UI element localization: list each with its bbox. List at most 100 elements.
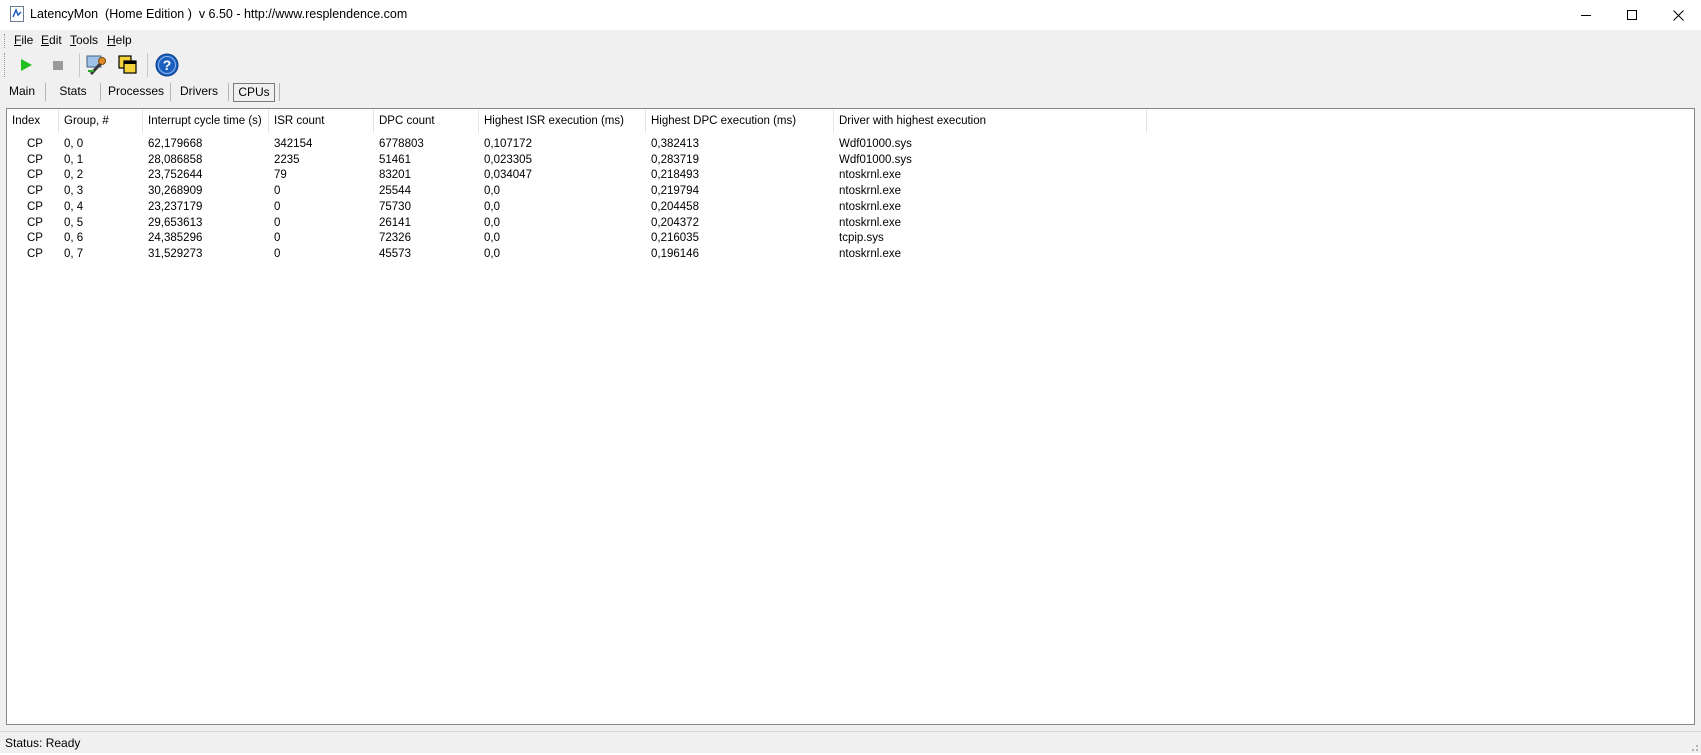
title-bar[interactable]: LatencyMon (Home Edition ) v 6.50 - http… — [0, 0, 1701, 30]
minimize-button[interactable] — [1563, 0, 1609, 30]
cell-isr-count: 0 — [274, 216, 281, 229]
toolbar-separator — [147, 53, 148, 77]
table-row[interactable]: CP 0, 2 23,752644 79 83201 0,034047 0,218493 nt… — [7, 167, 1147, 184]
cell-isr-count: 0 — [274, 200, 281, 213]
cell-highest-dpc: 0,218493 — [651, 169, 699, 182]
cell-highest-isr: 0,0 — [484, 185, 500, 198]
cell-highest-dpc: 0,283719 — [651, 153, 699, 166]
cell-highest-dpc: 0,204372 — [651, 216, 699, 229]
tab-separator — [228, 83, 229, 101]
tab-cpus[interactable]: CPUs — [233, 83, 275, 102]
close-button[interactable] — [1655, 0, 1701, 30]
menu-help[interactable]: Help — [107, 33, 132, 47]
resize-grip-icon[interactable] — [1689, 741, 1699, 751]
cell-driver: ntoskrnl.exe — [839, 216, 902, 229]
table-row[interactable]: CP 0, 4 23,237179 0 75730 0,0 0,204458 ntoskrnl… — [7, 199, 1147, 216]
cell-isr-count: 2235 — [274, 153, 300, 166]
column-header-dpc-count[interactable]: DPC count — [374, 109, 479, 133]
menu-edit[interactable]: Edit — [41, 33, 62, 47]
tab-separator — [170, 83, 171, 101]
cell-highest-isr: 0,0 — [484, 247, 500, 260]
window-title: LatencyMon (Home Edition ) v 6.50 - http… — [30, 7, 408, 21]
cell-isr-count: 342154 — [274, 138, 313, 150]
cell-driver: ntoskrnl.exe — [839, 200, 902, 213]
column-header-group[interactable]: Group, # — [59, 109, 143, 133]
maximize-icon — [1627, 10, 1637, 20]
tab-processes-label: Processes — [107, 84, 165, 98]
stop-icon — [53, 61, 63, 70]
svg-text:?: ? — [163, 57, 172, 73]
cell-index: CP — [27, 185, 43, 198]
cell-interrupt-cycle-time: 31,529273 — [148, 247, 203, 260]
cell-driver: Wdf01000.sys — [839, 153, 912, 166]
menu-file[interactable]: File — [14, 33, 33, 47]
tab-stats-label: Stats — [59, 84, 87, 98]
maximize-button[interactable] — [1609, 0, 1655, 30]
column-header-highest-dpc[interactable]: Highest DPC execution (ms) — [646, 109, 834, 133]
table-row[interactable]: CP 0, 3 30,268909 0 25544 0,0 0,219794 ntoskrnl… — [7, 183, 1147, 200]
column-header-driver[interactable]: Driver with highest execution — [834, 109, 1147, 133]
cpu-list-view[interactable]: Index Group, # Interrupt cycle time (s) … — [6, 108, 1695, 725]
cell-dpc-count: 25544 — [379, 185, 411, 198]
table-row[interactable]: CP 0, 1 28,086858 2235 51461 0,023305 0,283719… — [7, 152, 1147, 169]
tab-main[interactable]: Main — [3, 83, 41, 102]
table-row[interactable]: CP 0, 0 62,179668 342154 6778803 0,107172 0,38… — [7, 136, 1147, 153]
start-button[interactable] — [13, 52, 39, 78]
column-header-highest-isr[interactable]: Highest ISR execution (ms) — [479, 109, 646, 133]
cell-isr-count: 0 — [274, 247, 281, 260]
menubar-grip — [4, 34, 7, 48]
cell-group: 0, 1 — [64, 153, 84, 166]
table-row[interactable]: CP 0, 6 24,385296 0 72326 0,0 0,216035 tcpip.sy… — [7, 230, 1147, 247]
table-row[interactable]: CP 0, 5 29,653613 0 26141 0,0 0,204372 ntoskrnl… — [7, 215, 1147, 232]
tools-button[interactable] — [83, 52, 109, 78]
cell-highest-isr: 0,0 — [484, 216, 500, 229]
cell-index: CP — [27, 247, 43, 260]
cell-group: 0, 3 — [64, 185, 84, 198]
status-text: Status: Ready — [5, 736, 81, 750]
toolbar-grip — [4, 53, 7, 77]
table-row[interactable]: CP 0, 7 31,529273 0 45573 0,0 0,196146 ntoskrnl… — [7, 246, 1147, 263]
cell-index: CP — [27, 216, 43, 229]
minimize-icon — [1581, 15, 1591, 16]
cell-driver: tcpip.sys — [839, 232, 884, 245]
cell-driver: ntoskrnl.exe — [839, 247, 902, 260]
tab-separator — [100, 83, 101, 101]
cell-highest-dpc: 0,196146 — [651, 247, 699, 260]
cell-isr-count: 0 — [274, 232, 281, 245]
cell-interrupt-cycle-time: 23,237179 — [148, 200, 203, 213]
menu-tools[interactable]: Tools — [70, 33, 98, 47]
column-header-interrupt-cycle-time[interactable]: Interrupt cycle time (s) — [143, 109, 269, 133]
toolbar-separator — [79, 53, 80, 77]
cell-highest-isr: 0,0 — [484, 232, 500, 245]
column-header-index[interactable]: Index — [7, 109, 59, 133]
cell-dpc-count: 75730 — [379, 200, 411, 213]
cell-interrupt-cycle-time: 24,385296 — [148, 232, 203, 245]
tab-stats[interactable]: Stats — [53, 83, 93, 102]
cell-highest-isr: 0,023305 — [484, 153, 532, 166]
cell-dpc-count: 83201 — [379, 169, 411, 182]
wrench-icon — [86, 55, 106, 76]
cell-group: 0, 5 — [64, 216, 84, 229]
cell-index: CP — [27, 153, 43, 166]
toolbar: ? — [0, 50, 1701, 80]
column-header-isr-count[interactable]: ISR count — [269, 109, 374, 133]
tab-drivers[interactable]: Drivers — [177, 83, 221, 102]
cell-highest-dpc: 0,219794 — [651, 185, 699, 198]
help-icon: ? — [155, 53, 179, 77]
cell-driver: ntoskrnl.exe — [839, 169, 902, 182]
cell-index: CP — [27, 232, 43, 245]
cell-index: CP — [27, 200, 43, 213]
cell-group: 0, 6 — [64, 232, 84, 245]
window-copy-icon — [118, 55, 137, 74]
cell-interrupt-cycle-time: 30,268909 — [148, 185, 203, 198]
window-button[interactable] — [115, 52, 141, 78]
stop-button[interactable] — [45, 52, 71, 78]
tab-processes[interactable]: Processes — [107, 83, 165, 102]
help-button[interactable]: ? — [154, 52, 180, 78]
cell-dpc-count: 45573 — [379, 247, 411, 260]
app-window: LatencyMon (Home Edition ) v 6.50 - http… — [0, 0, 1701, 753]
cell-group: 0, 2 — [64, 169, 84, 182]
tab-separator — [45, 83, 46, 101]
cell-index: CP — [27, 138, 43, 150]
cell-highest-dpc: 0,216035 — [651, 232, 699, 245]
